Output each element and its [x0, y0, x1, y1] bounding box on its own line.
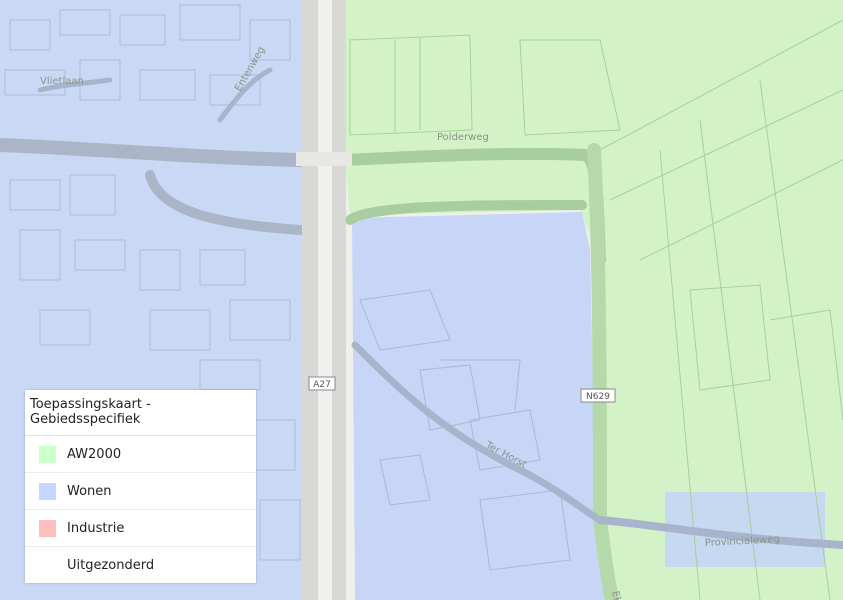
svg-text:A27: A27	[313, 380, 331, 390]
legend-swatch-uitgezonderd	[39, 556, 56, 574]
legend-item-uitgezonderd: Uitgezonderd	[25, 547, 256, 583]
legend-swatch-industrie	[39, 519, 56, 537]
legend-item-wonen: Wonen	[25, 473, 256, 510]
legend-label: AW2000	[67, 446, 122, 462]
legend-title: Toepassingskaart - Gebiedsspecifiek	[25, 390, 256, 436]
legend-label: Uitgezonderd	[67, 557, 155, 573]
legend-item-industrie: Industrie	[25, 510, 256, 547]
shield-n629: N629	[580, 388, 616, 403]
highway-overpass	[296, 152, 352, 166]
map-legend: Toepassingskaart - Gebiedsspecifiek AW20…	[25, 390, 256, 583]
legend-label: Industrie	[67, 520, 125, 536]
highway-median	[318, 0, 332, 600]
legend-swatch-aw2000	[39, 445, 56, 463]
shield-a27: A27	[308, 376, 336, 391]
legend-swatch-wonen	[39, 482, 56, 500]
svg-text:N629: N629	[586, 392, 610, 402]
label-polderweg: Polderweg	[437, 132, 489, 143]
label-vlietlaan: Vlietlaan	[40, 76, 84, 87]
legend-item-aw2000: AW2000	[25, 436, 256, 473]
legend-label: Wonen	[67, 483, 112, 499]
